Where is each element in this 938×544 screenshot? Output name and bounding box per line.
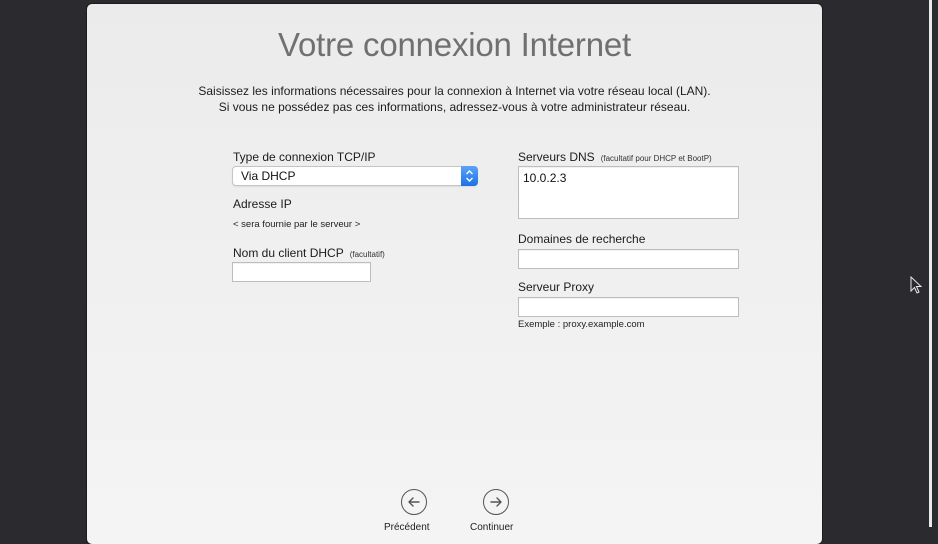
tcpip-select-value: Via DHCP	[241, 169, 296, 183]
proxy-example-text: Exemple : proxy.example.com	[518, 319, 645, 330]
dhcp-client-label: Nom du client DHCP (facultatif)	[233, 246, 385, 260]
continue-button[interactable]	[483, 489, 509, 515]
dhcp-client-hint: (facultatif)	[349, 250, 385, 259]
arrow-right-icon	[490, 497, 502, 507]
window-edge	[929, 0, 932, 527]
intro-text: Saisissez les informations nécessaires p…	[87, 83, 822, 115]
back-button[interactable]	[401, 489, 427, 515]
ip-address-note: < sera fournie par le serveur >	[233, 219, 361, 230]
proxy-server-label: Serveur Proxy	[518, 280, 595, 294]
setup-assistant-panel: Votre connexion Internet Saisissez les i…	[87, 4, 822, 544]
page-title: Votre connexion Internet	[278, 26, 631, 63]
mouse-pointer-icon	[910, 276, 923, 294]
dhcp-client-label-text: Nom du client DHCP	[233, 246, 344, 260]
search-domains-field[interactable]	[518, 249, 739, 269]
dns-servers-hint: (facultatif pour DHCP et BootP)	[600, 154, 712, 163]
ip-address-label: Adresse IP	[233, 197, 292, 211]
intro-line-2: Si vous ne possédez pas ces informations…	[218, 100, 691, 114]
tcpip-label: Type de connexion TCP/IP	[233, 150, 376, 164]
continue-button-label[interactable]: Continuer	[470, 522, 513, 533]
updown-chevron-icon[interactable]	[461, 166, 478, 186]
dns-servers-field[interactable]: 10.0.2.3	[518, 166, 739, 219]
dhcp-client-field[interactable]	[232, 262, 371, 282]
search-domains-label: Domaines de recherche	[518, 232, 646, 246]
back-button-label[interactable]: Précédent	[384, 522, 430, 533]
proxy-server-field[interactable]	[518, 297, 739, 317]
dns-servers-label: Serveurs DNS (facultatif pour DHCP et Boo…	[518, 150, 712, 164]
arrow-left-icon	[408, 497, 420, 507]
intro-line-1: Saisissez les informations nécessaires p…	[198, 84, 711, 98]
tcpip-select[interactable]: Via DHCP	[232, 166, 478, 186]
dns-servers-label-text: Serveurs DNS	[518, 150, 595, 164]
